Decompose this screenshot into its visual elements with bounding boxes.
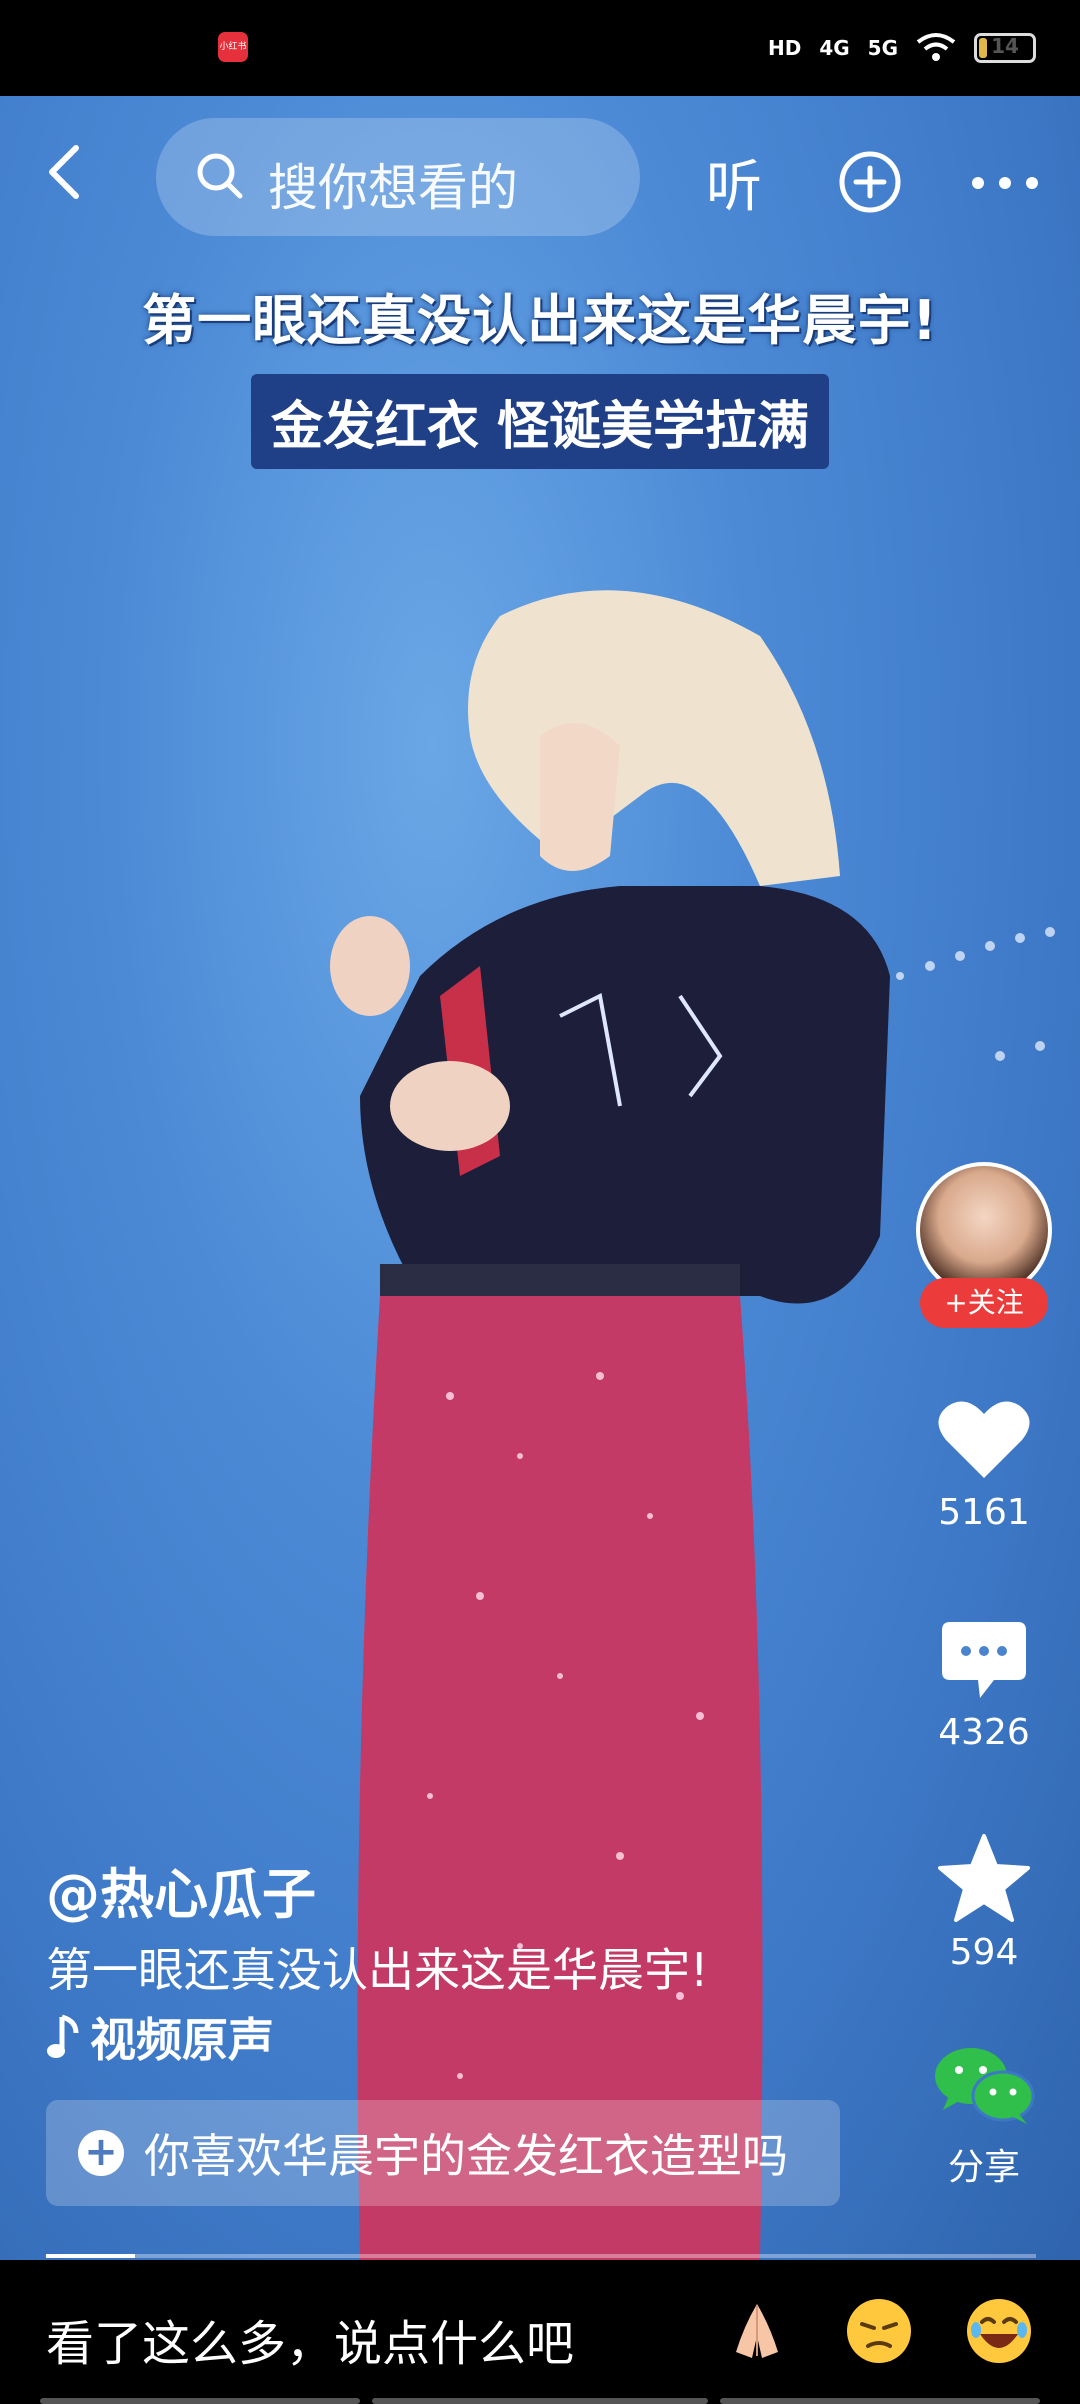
add-topic-icon: + [78,2130,124,2176]
battery-icon: 14 [974,33,1036,63]
annoyed-emoji-icon[interactable] [844,2296,914,2366]
listen-button[interactable]: 听 [706,142,762,223]
search-box[interactable]: 搜你想看的 [156,118,640,236]
app-notification-icon: 小红书 [218,32,248,62]
comment-count: 4326 [938,1712,1030,1753]
video-caption-primary: 第一眼还真没认出来这是华晨宇! [142,289,938,352]
like-button[interactable]: 5161 [930,1396,1038,1533]
post-description: 第一眼还真没认出来这是华晨宇! [46,1943,709,1997]
comment-input[interactable]: 看了这么多，说点什么吧 [46,2304,574,2374]
music-note-icon [47,2014,79,2058]
search-placeholder: 搜你想看的 [268,159,518,217]
laughing-emoji-icon[interactable] [964,2296,1034,2366]
pray-emoji-icon[interactable] [722,2296,792,2366]
comment-bubble-icon [942,1622,1026,1698]
music-title: 视频原声 [90,2013,274,2067]
topic-text: 你喜欢华晨宇的金发红衣造型吗 [144,2129,788,2183]
music-info[interactable]: 视频原声 [46,2004,274,2070]
search-icon [197,153,243,199]
video-progress-fill [46,2254,136,2258]
topic-prompt[interactable]: + 你喜欢华晨宇的金发红衣造型吗 [46,2100,840,2206]
video-progress-bar[interactable] [46,2254,1036,2258]
nav-indicator-left [40,2398,360,2404]
battery-level: 14 [991,34,1019,58]
network-4g: 4G [819,36,850,60]
more-options-icon[interactable] [970,176,1040,190]
favorite-count: 594 [949,1932,1019,1973]
network-5g: 5G [867,36,898,60]
share-label: 分享 [947,2147,1020,2188]
status-bar: 小红书 HD 4G 5G 14 [0,0,1080,96]
comment-button[interactable]: 4326 [930,1618,1038,1753]
nav-indicator-center [372,2398,708,2404]
author-name[interactable]: @热心瓜子 [46,1850,316,1929]
wifi-icon [916,33,956,61]
nav-indicator-right [720,2398,1040,2404]
star-icon [938,1834,1030,1922]
back-arrow-icon[interactable] [40,142,90,202]
hd-indicator: HD [767,36,802,60]
video-caption-secondary: 金发红衣 怪诞美学拉满 [250,374,830,469]
add-circle-icon[interactable] [838,150,902,214]
share-button[interactable]: 分享 [926,2044,1042,2190]
favorite-button[interactable]: 594 [930,1832,1038,1973]
follow-button[interactable]: +关注 [920,1278,1048,1328]
like-count: 5161 [938,1492,1030,1533]
top-bar: 搜你想看的 听 [0,96,1080,256]
wechat-icon [935,2048,1035,2124]
comment-bar: 看了这么多，说点什么吧 [0,2260,1080,2404]
heart-icon [938,1401,1030,1478]
